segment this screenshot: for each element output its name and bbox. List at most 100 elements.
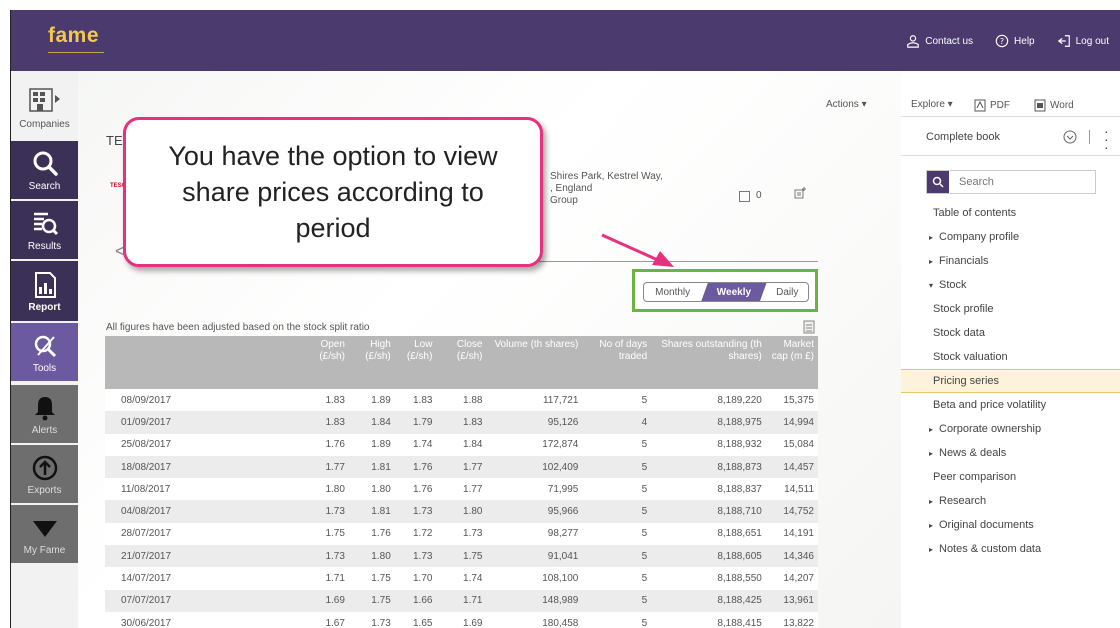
table-cell: 8,188,651 [651, 522, 766, 546]
book-search-input[interactable] [959, 176, 1089, 188]
caret-down-icon[interactable]: ▾ [929, 281, 939, 290]
toc-item[interactable]: ▸ Corporate ownership [911, 417, 1120, 441]
word-button[interactable]: Word [1034, 99, 1074, 112]
col-header-high: High (£/sh) [348, 336, 395, 389]
table-cell: 180,458 [486, 611, 583, 628]
table-cell: 5 [582, 611, 652, 628]
table-cell: 98,277 [486, 522, 583, 546]
caret-right-icon[interactable]: ▸ [929, 257, 939, 266]
toc-item[interactable]: ▸ Company profile [911, 225, 1120, 249]
toc-item[interactable]: ▸ Original documents [911, 513, 1120, 537]
period-monthly-button[interactable]: Monthly [644, 283, 701, 301]
toc-item[interactable]: Table of contents [911, 201, 1120, 225]
sidebar-item-report[interactable]: Report [11, 261, 78, 321]
toc-item[interactable]: Pricing series [901, 369, 1120, 393]
book-selector[interactable]: Complete book · · · [901, 116, 1120, 156]
toc-item[interactable]: ▸ Financials [911, 249, 1120, 273]
col-header-low: Low (£/sh) [394, 336, 437, 389]
caret-right-icon[interactable]: ▸ [929, 425, 939, 434]
sidebar-item-results[interactable]: Results [11, 201, 78, 259]
person-icon [907, 35, 920, 48]
col-header-days-traded: No of days traded [582, 336, 652, 389]
toc-item[interactable]: Peer comparison [911, 465, 1120, 489]
sidebar-item-search[interactable]: Search [11, 141, 78, 199]
table-cell: 1.77 [436, 455, 487, 479]
toc-item[interactable]: Stock profile [911, 297, 1120, 321]
sidebar-item-exports[interactable]: Exports [11, 445, 78, 503]
company-address: Shires Park, Kestrel Way, , England Grou… [550, 171, 663, 207]
search-icon [927, 171, 949, 193]
more-options-icon[interactable]: · · · [1104, 124, 1109, 154]
add-to-list-icon[interactable] [794, 187, 806, 199]
table-cell: 01/09/2017 [105, 411, 295, 434]
table-cell: 1.83 [294, 389, 349, 412]
table-row: 30/06/2017 1.67 1.73 1.65 1.69 180,458 5 8,188,… [105, 611, 818, 628]
sidebar-label: Exports [27, 484, 62, 496]
sidebar-item-my-fame[interactable]: My Fame [11, 505, 78, 563]
caret-right-icon[interactable]: ▸ [929, 545, 939, 554]
table-row: 07/07/2017 1.69 1.75 1.66 1.71 148,989 5 8,188,… [105, 589, 818, 612]
caret-right-icon[interactable]: ▸ [929, 497, 939, 506]
table-cell: 5 [582, 567, 652, 590]
table-cell: 5 [582, 522, 652, 546]
logout-link[interactable]: Log out [1057, 34, 1109, 48]
caret-right-icon[interactable]: ▸ [929, 521, 939, 530]
table-cell: 1.70 [394, 567, 437, 590]
table-cell: 71,995 [486, 478, 583, 501]
book-search-field[interactable] [926, 170, 1096, 194]
help-link[interactable]: ? Help [995, 34, 1035, 48]
table-cell: 108,100 [486, 567, 583, 590]
table-row: 08/09/2017 1.83 1.89 1.83 1.88 117,721 5 8,189,… [105, 389, 818, 412]
toc-item[interactable]: Beta and price volatility [911, 393, 1120, 417]
actions-menu[interactable]: Actions ▾ [826, 99, 867, 110]
period-daily-button[interactable]: Daily [767, 283, 809, 301]
table-cell: 5 [582, 478, 652, 501]
period-weekly-button[interactable]: Weekly [701, 283, 767, 301]
table-cell: 04/08/2017 [105, 500, 295, 523]
pdf-button[interactable]: PDF [974, 99, 1010, 112]
table-cell: 15,084 [765, 433, 818, 456]
table-cell: 102,409 [486, 455, 583, 479]
table-cell: 13,822 [765, 611, 818, 628]
table-cell: 1.76 [394, 478, 437, 501]
toc-item[interactable]: ▸ News & deals [911, 441, 1120, 465]
period-highlight: Monthly Weekly Daily [632, 269, 818, 312]
chevron-down-icon[interactable] [1063, 130, 1077, 144]
table-cell: 1.76 [294, 433, 349, 456]
contact-us-link[interactable]: Contact us [906, 34, 973, 48]
table-cell: 8,189,220 [651, 389, 766, 412]
table-cell: 1.67 [294, 611, 349, 628]
table-cell: 117,721 [486, 389, 583, 412]
excel-export-icon[interactable] [803, 320, 815, 334]
table-cell: 14,207 [765, 567, 818, 590]
contact-us-label: Contact us [925, 35, 974, 47]
bell-icon [34, 396, 55, 420]
select-company-checkbox[interactable] [739, 191, 750, 202]
address-line: Group [550, 195, 578, 206]
table-cell: 1.80 [294, 478, 349, 501]
top-bar: fame Contact us ? Help Log out [11, 10, 1120, 71]
caret-right-icon[interactable]: ▸ [929, 449, 939, 458]
table-cell: 1.69 [436, 611, 487, 628]
table-cell: 1.73 [394, 500, 437, 523]
sidebar-label: Alerts [31, 424, 58, 436]
table-cell: 1.69 [294, 589, 349, 612]
toc-item[interactable]: Stock valuation [911, 345, 1120, 369]
table-cell: 1.89 [348, 389, 395, 412]
toc-item-label: Stock valuation [933, 351, 1008, 363]
sidebar-item-companies[interactable]: Companies [11, 79, 78, 137]
fame-logo[interactable]: fame [48, 24, 99, 48]
sidebar-item-alerts[interactable]: Alerts [11, 385, 78, 443]
toc-item[interactable]: ▸ Notes & custom data [911, 537, 1120, 561]
toc-item[interactable]: ▾ Stock [911, 273, 1120, 297]
sidebar-item-tools[interactable]: Tools [11, 323, 78, 381]
caret-right-icon[interactable]: ▸ [929, 233, 939, 242]
explore-menu[interactable]: Explore ▾ [911, 99, 953, 110]
table-cell: 1.73 [348, 611, 395, 628]
col-header-shares-outstanding: Shares outstanding (th shares) [651, 336, 766, 389]
toc-item[interactable]: Stock data [911, 321, 1120, 345]
logout-label: Log out [1075, 35, 1109, 47]
toc-item[interactable]: ▸ Research [911, 489, 1120, 513]
tools-icon [34, 335, 56, 357]
separator [1089, 130, 1090, 144]
